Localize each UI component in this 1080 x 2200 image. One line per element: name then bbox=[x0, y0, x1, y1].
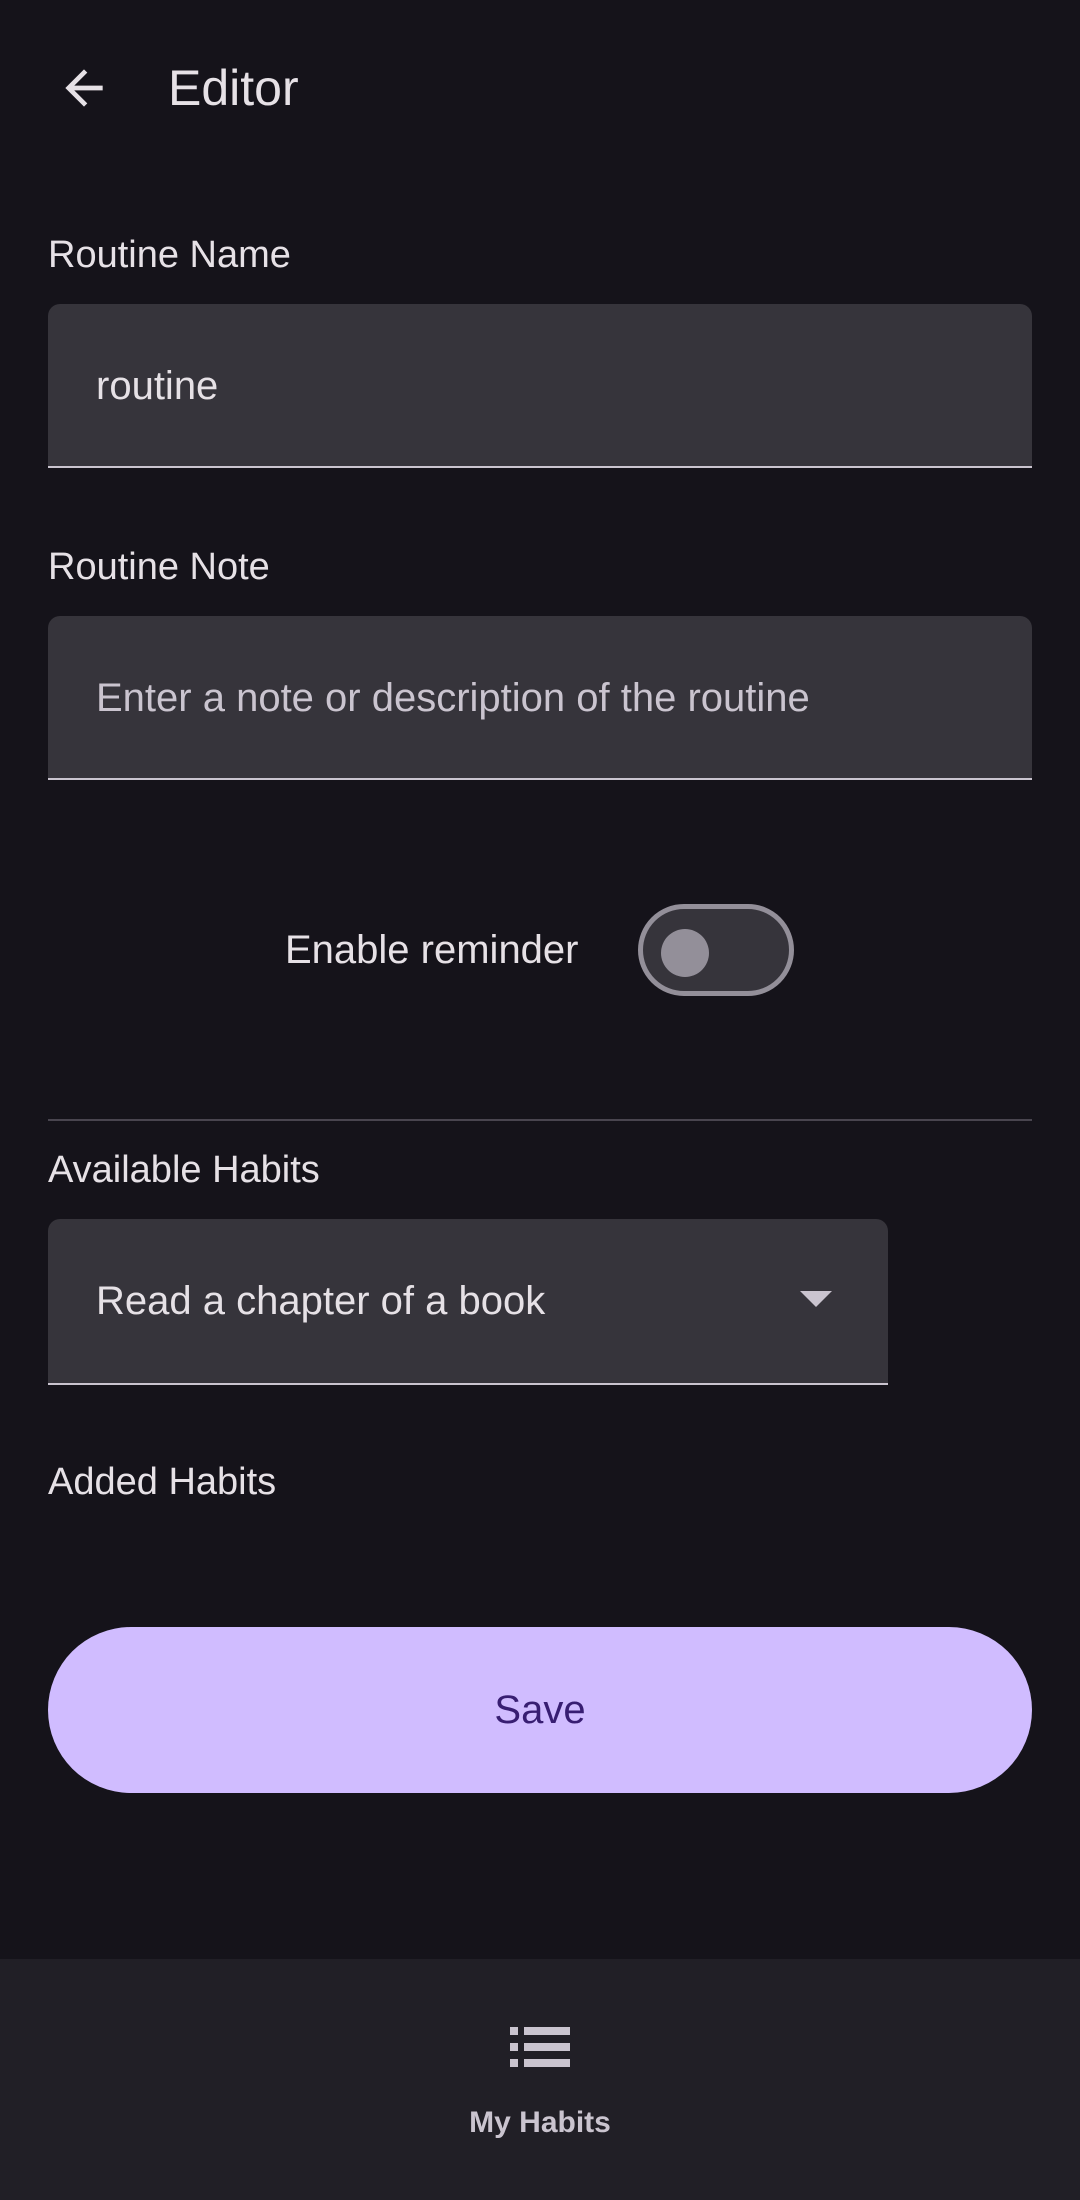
enable-reminder-switch[interactable] bbox=[638, 904, 794, 996]
back-button[interactable] bbox=[48, 52, 120, 124]
arrow-back-icon bbox=[65, 69, 103, 107]
added-habits-label: Added Habits bbox=[48, 1461, 277, 1503]
section-divider bbox=[48, 1119, 1032, 1121]
routine-note-placeholder: Enter a note or description of the routi… bbox=[96, 676, 810, 720]
available-habits-label: Available Habits bbox=[48, 1149, 320, 1191]
list-icon bbox=[510, 2027, 570, 2067]
nav-item-my-habits[interactable]: My Habits bbox=[390, 1959, 690, 2200]
nav-label-my-habits: My Habits bbox=[469, 2106, 611, 2139]
dropdown-arrow-icon bbox=[800, 1291, 832, 1307]
routine-name-label: Routine Name bbox=[48, 234, 291, 276]
save-button[interactable]: Save bbox=[48, 1627, 1032, 1793]
page-title: Editor bbox=[168, 60, 299, 116]
available-habits-dropdown[interactable]: Read a chapter of a book bbox=[48, 1219, 888, 1385]
routine-editor-screen: Editor Routine Name routine Routine Note… bbox=[0, 0, 1080, 2200]
reminder-row: Enable reminder bbox=[0, 900, 1080, 1000]
routine-name-field[interactable]: routine bbox=[48, 304, 1032, 468]
routine-name-value: routine bbox=[96, 364, 219, 408]
bottom-navigation: My Habits bbox=[0, 1959, 1080, 2200]
switch-thumb bbox=[661, 929, 709, 977]
available-habits-selected: Read a chapter of a book bbox=[96, 1279, 546, 1323]
top-app-bar: Editor bbox=[0, 0, 1080, 176]
routine-note-field[interactable]: Enter a note or description of the routi… bbox=[48, 616, 1032, 780]
routine-note-label: Routine Note bbox=[48, 546, 270, 588]
enable-reminder-label: Enable reminder bbox=[285, 928, 579, 972]
